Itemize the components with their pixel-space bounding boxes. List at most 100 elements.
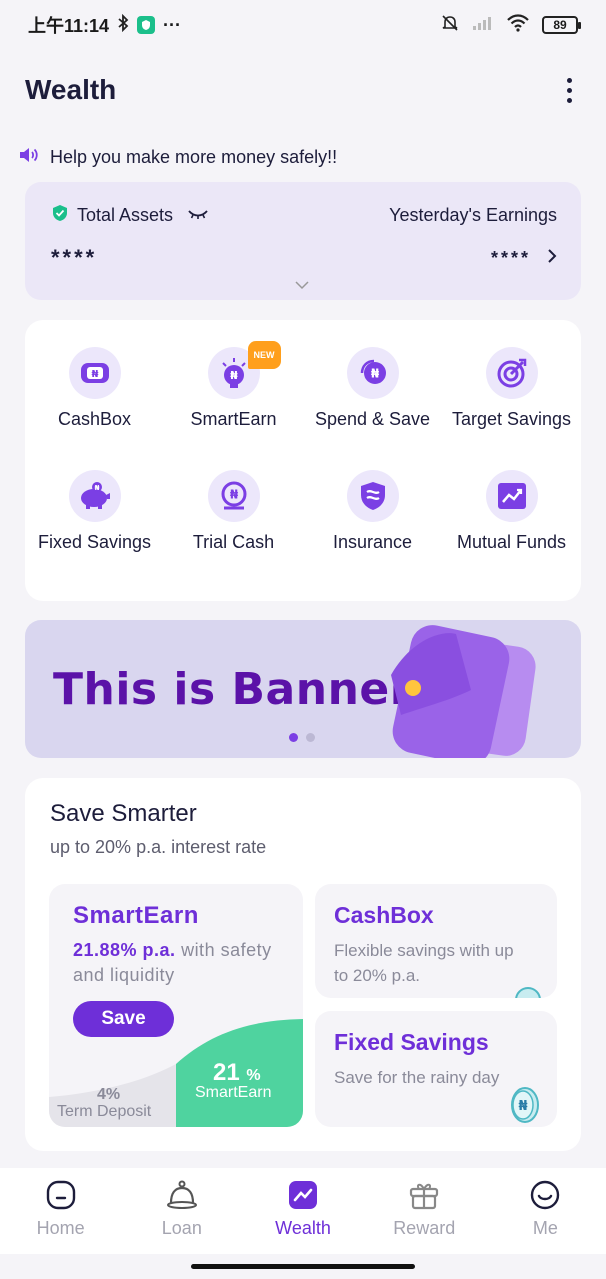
- nav-label: Wealth: [275, 1218, 331, 1238]
- service-label: SmartEarn: [190, 409, 277, 429]
- banner-pagination: [289, 733, 315, 742]
- earnings-value: ****: [490, 247, 531, 268]
- svg-text:₦: ₦: [370, 367, 379, 381]
- speaker-icon: [18, 145, 40, 170]
- smartearn-icon: ₦ NEW: [207, 341, 281, 399]
- service-spend-save[interactable]: ₦ Spend & Save: [303, 347, 442, 431]
- fixed-savings-desc: Save for the rainy day: [334, 1068, 500, 1087]
- bottom-nav: Home Loan Wealth Reward Me: [0, 1168, 606, 1254]
- service-label: CashBox: [57, 409, 132, 429]
- section-title: Save Smarter: [50, 800, 197, 827]
- piggy-bank-icon: ₦: [68, 470, 121, 522]
- more-options-button[interactable]: [557, 75, 581, 105]
- nav-me[interactable]: Me: [485, 1168, 606, 1254]
- smartearn-rate: 21.88% p.a.: [73, 940, 176, 960]
- more-dot: [566, 87, 572, 93]
- notice-bar[interactable]: Help you make more money safely!!: [18, 145, 337, 170]
- nav-label: Loan: [161, 1218, 202, 1238]
- battery-indicator: 89: [542, 16, 581, 34]
- smartearn-pct-value: 21: [213, 1059, 240, 1086]
- nav-reward[interactable]: Reward: [364, 1168, 485, 1254]
- mute-bell-icon: [440, 13, 460, 38]
- cashbox-card[interactable]: CashBox Flexible savings with up to 20% …: [315, 884, 557, 998]
- service-label: Target Savings: [451, 409, 572, 429]
- promo-banner[interactable]: This is Banner: [25, 620, 581, 758]
- total-assets-value: ****: [51, 245, 98, 270]
- status-more: ···: [163, 14, 182, 35]
- fixed-savings-title: Fixed Savings: [334, 1029, 489, 1055]
- section-subtitle: up to 20% p.a. interest rate: [50, 837, 267, 857]
- smartearn-pct: 21 %: [213, 1059, 261, 1087]
- wealth-icon: [286, 1178, 320, 1212]
- assets-card[interactable]: Total Assets Yesterday's Earnings **** *…: [25, 182, 581, 300]
- term-deposit-pct: 4%: [97, 1086, 121, 1103]
- cashbox-desc: Flexible savings with up to 20% p.a.: [334, 941, 514, 985]
- save-smarter-section: Save Smarter up to 20% p.a. interest rat…: [25, 778, 581, 1151]
- nav-label: Home: [36, 1218, 85, 1238]
- smiley-icon: [528, 1178, 562, 1212]
- target-icon: [485, 347, 538, 399]
- service-label: Spend & Save: [314, 409, 431, 429]
- home-indicator[interactable]: [191, 1264, 415, 1269]
- shield-check-icon: [51, 204, 69, 227]
- service-trial-cash[interactable]: ₦ Trial Cash: [164, 470, 303, 554]
- svg-text:₦: ₦: [91, 369, 98, 380]
- security-app-icon: [137, 16, 156, 34]
- service-smartearn[interactable]: ₦ NEW SmartEarn: [164, 341, 303, 431]
- wallet-illustration: [371, 620, 551, 758]
- banner-text: This is Banner: [53, 664, 412, 715]
- loan-icon: [165, 1178, 199, 1212]
- svg-text:₦: ₦: [229, 488, 238, 502]
- bluetooth-icon: [117, 13, 129, 37]
- chevron-down-icon[interactable]: [295, 278, 309, 292]
- service-insurance[interactable]: Insurance: [303, 470, 442, 554]
- nav-wealth[interactable]: Wealth: [242, 1168, 363, 1254]
- save-button[interactable]: Save: [73, 1001, 174, 1037]
- eye-closed-icon[interactable]: [187, 205, 209, 226]
- service-cashbox[interactable]: ₦ CashBox: [25, 347, 164, 431]
- more-dot: [566, 77, 572, 83]
- nav-home[interactable]: Home: [0, 1168, 121, 1254]
- wifi-icon: [506, 13, 530, 37]
- chevron-right-icon[interactable]: [547, 248, 557, 269]
- page-title: Wealth: [25, 74, 117, 105]
- new-badge: NEW: [247, 341, 281, 369]
- notice-text: Help you make more money safely!!: [50, 147, 338, 167]
- svg-text:₦: ₦: [94, 484, 99, 492]
- smartearn-title: SmartEarn: [73, 902, 199, 929]
- cashbox-icon: ₦: [68, 347, 121, 399]
- service-label: Mutual Funds: [456, 532, 567, 552]
- pagination-dot-active[interactable]: [289, 733, 298, 742]
- home-icon: [44, 1178, 78, 1212]
- nav-loan[interactable]: Loan: [121, 1168, 242, 1254]
- service-mutual-funds[interactable]: Mutual Funds: [442, 470, 581, 554]
- service-fixed-savings[interactable]: ₦ Fixed Savings: [25, 470, 164, 554]
- service-label: Fixed Savings: [37, 532, 152, 552]
- pagination-dot[interactable]: [306, 733, 315, 742]
- smartearn-pct-unit: %: [246, 1067, 261, 1084]
- term-deposit-label: Term Deposit: [57, 1103, 152, 1120]
- service-label: Trial Cash: [192, 532, 275, 552]
- fixed-savings-card[interactable]: Fixed Savings Save for the rainy day ₦: [315, 1011, 557, 1127]
- status-bar: 上午11:14 ··· 89: [0, 0, 606, 50]
- gift-icon: [407, 1178, 441, 1212]
- page-header: Wealth: [25, 70, 581, 110]
- coin-icon: ₦: [505, 1083, 541, 1127]
- service-target-savings[interactable]: Target Savings: [442, 347, 581, 431]
- smartearn-card[interactable]: SmartEarn 21.88% p.a. with safety and li…: [49, 884, 303, 1127]
- coin-icon: [513, 984, 543, 998]
- service-label: Insurance: [332, 532, 413, 552]
- smartearn-desc: 21.88% p.a. with safety and liquidity: [73, 938, 293, 988]
- total-assets-label: Total Assets: [77, 205, 174, 225]
- signal-icon: [472, 15, 494, 36]
- smartearn-graph-label: SmartEarn: [195, 1084, 272, 1101]
- nav-label: Me: [532, 1218, 558, 1238]
- services-grid: ₦ CashBox ₦ NEW SmartEarn ₦ Spend & Save…: [25, 320, 581, 601]
- status-time: 上午11:14: [28, 16, 110, 36]
- nav-label: Reward: [393, 1218, 456, 1238]
- spend-save-icon: ₦: [346, 347, 399, 399]
- svg-text:₦: ₦: [230, 369, 238, 382]
- more-dot: [566, 97, 572, 103]
- insurance-icon: [346, 470, 399, 522]
- cashbox-title: CashBox: [334, 902, 434, 928]
